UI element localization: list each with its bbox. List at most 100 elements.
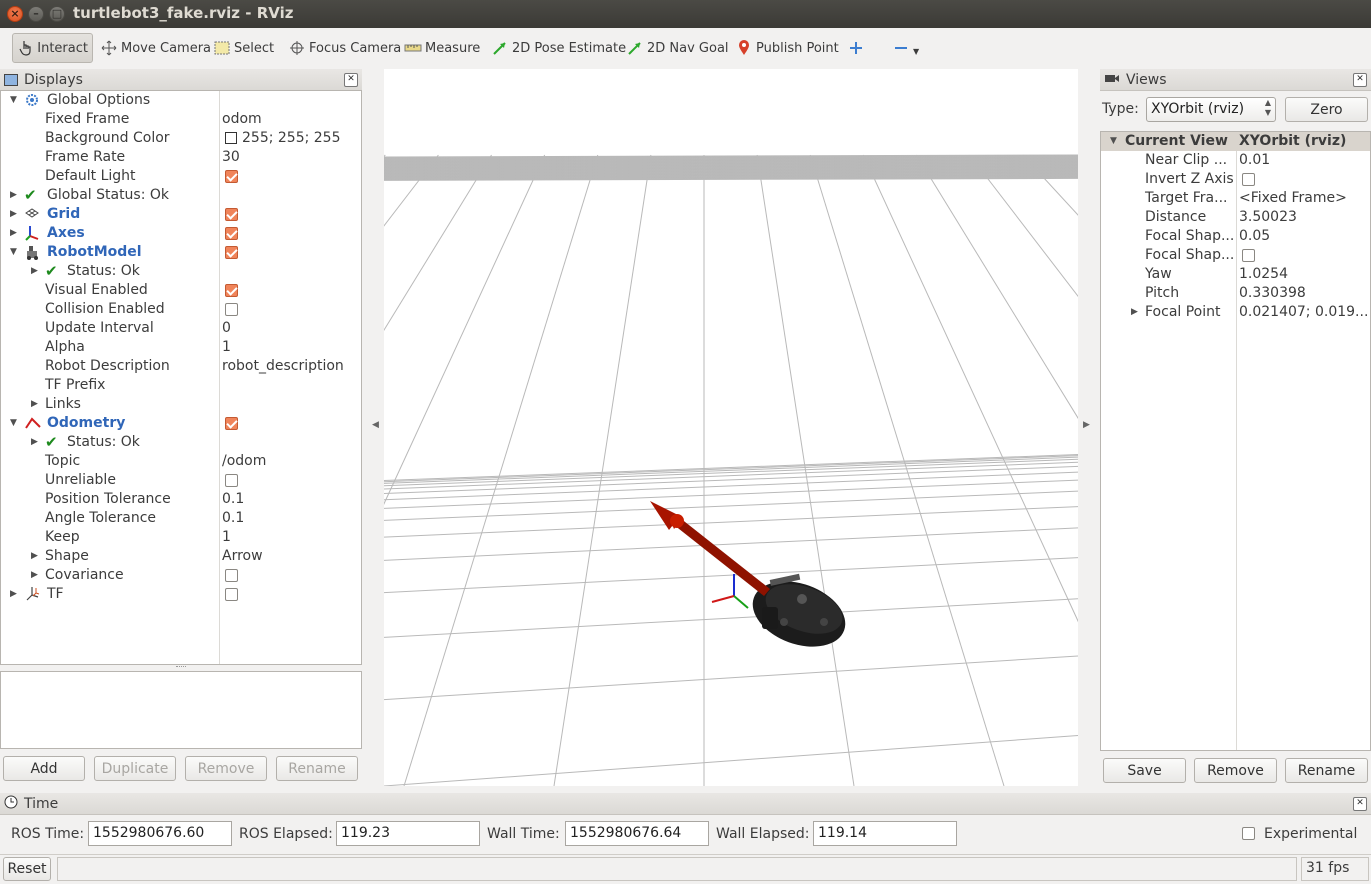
tree-row-target-frame[interactable]: Target Fra... <Fixed Frame> bbox=[1101, 189, 1370, 208]
tree-row-default-light[interactable]: Default Light bbox=[1, 167, 361, 186]
experimental-checkbox[interactable] bbox=[1242, 827, 1255, 840]
tree-row-focal-shape-fixed[interactable]: Focal Shap... bbox=[1101, 246, 1370, 265]
save-view-button[interactable]: Save bbox=[1103, 758, 1186, 783]
row-value[interactable]: 0.1 bbox=[222, 509, 244, 528]
tree-row-angle-tolerance[interactable]: Angle Tolerance 0.1 bbox=[1, 509, 361, 528]
window-close-button[interactable]: × bbox=[7, 6, 23, 22]
row-value[interactable]: 0.05 bbox=[1239, 227, 1270, 246]
odometry-checkbox[interactable] bbox=[225, 417, 238, 430]
tree-row-odometry[interactable]: ▼ Odometry bbox=[1, 414, 361, 433]
nav-goal-tool[interactable]: 2D Nav Goal bbox=[622, 33, 733, 63]
tree-row-axes[interactable]: ▶ Axes bbox=[1, 224, 361, 243]
row-value[interactable]: odom bbox=[222, 110, 262, 129]
tree-row-robot-model[interactable]: ▼ RobotModel bbox=[1, 243, 361, 262]
tree-row-topic[interactable]: Topic /odom bbox=[1, 452, 361, 471]
interact-tool[interactable]: Interact bbox=[12, 33, 93, 63]
tree-row-position-tolerance[interactable]: Position Tolerance 0.1 bbox=[1, 490, 361, 509]
wall-elapsed-field[interactable]: 119.14 bbox=[813, 821, 957, 846]
tree-row-covariance[interactable]: ▶ Covariance bbox=[1, 566, 361, 585]
row-value[interactable]: robot_description bbox=[222, 357, 344, 376]
rename-view-button[interactable]: Rename bbox=[1285, 758, 1368, 783]
tree-row-fixed-frame[interactable]: Fixed Frame odom bbox=[1, 110, 361, 129]
row-value[interactable]: 1.0254 bbox=[1239, 265, 1288, 284]
row-value[interactable]: 0 bbox=[222, 319, 231, 338]
reset-button[interactable]: Reset bbox=[3, 857, 51, 881]
views-close-icon[interactable]: ✕ bbox=[1353, 73, 1367, 87]
zero-button[interactable]: Zero bbox=[1285, 97, 1368, 122]
tree-row-frame-rate[interactable]: Frame Rate 30 bbox=[1, 148, 361, 167]
row-value[interactable]: 0.330398 bbox=[1239, 284, 1306, 303]
3d-scene[interactable] bbox=[384, 69, 1078, 786]
tree-row-unreliable[interactable]: Unreliable bbox=[1, 471, 361, 490]
tree-row-tf-prefix[interactable]: TF Prefix bbox=[1, 376, 361, 395]
window-maximize-button[interactable]: □ bbox=[49, 6, 65, 22]
remove-display-button[interactable]: Remove bbox=[185, 756, 267, 781]
tree-row-yaw[interactable]: Yaw 1.0254 bbox=[1101, 265, 1370, 284]
tree-row-focal-shape-size[interactable]: Focal Shap... 0.05 bbox=[1101, 227, 1370, 246]
displays-close-icon[interactable]: ✕ bbox=[344, 73, 358, 87]
move-camera-tool[interactable]: Move Camera bbox=[96, 33, 215, 63]
row-value[interactable]: 0.1 bbox=[222, 490, 244, 509]
row-value[interactable]: <Fixed Frame> bbox=[1239, 189, 1347, 208]
tree-row-distance[interactable]: Distance 3.50023 bbox=[1101, 208, 1370, 227]
row-value[interactable]: 0.01 bbox=[1239, 151, 1270, 170]
tree-row-invert-z[interactable]: Invert Z Axis bbox=[1101, 170, 1370, 189]
tree-row-collision-enabled[interactable]: Collision Enabled bbox=[1, 300, 361, 319]
tree-row-robot-model-status[interactable]: ▶ ✔ Status: Ok bbox=[1, 262, 361, 281]
row-value[interactable]: 1 bbox=[222, 338, 231, 357]
tree-row-pitch[interactable]: Pitch 0.330398 bbox=[1101, 284, 1370, 303]
robot-model-checkbox[interactable] bbox=[225, 246, 238, 259]
wall-time-field[interactable]: 1552980676.64 bbox=[565, 821, 709, 846]
measure-tool[interactable]: Measure bbox=[400, 33, 484, 63]
visual-enabled-checkbox[interactable] bbox=[225, 284, 238, 297]
select-tool[interactable]: Select bbox=[209, 33, 278, 63]
add-display-button[interactable]: Add bbox=[3, 756, 85, 781]
tree-row-keep[interactable]: Keep 1 bbox=[1, 528, 361, 547]
tree-row-global-options[interactable]: ▼ Global Options bbox=[1, 91, 361, 110]
pose-estimate-tool[interactable]: 2D Pose Estimate bbox=[487, 33, 630, 63]
grid-checkbox[interactable] bbox=[225, 208, 238, 221]
tree-row-visual-enabled[interactable]: Visual Enabled bbox=[1, 281, 361, 300]
invert-z-checkbox[interactable] bbox=[1242, 173, 1255, 186]
tree-row-background-color[interactable]: Background Color 255; 255; 255 bbox=[1, 129, 361, 148]
row-value[interactable]: 3.50023 bbox=[1239, 208, 1297, 227]
row-value[interactable]: 1 bbox=[222, 528, 231, 547]
tree-row-links[interactable]: ▶ Links bbox=[1, 395, 361, 414]
rename-display-button[interactable]: Rename bbox=[276, 756, 358, 781]
collapse-left-icon[interactable]: ◀ bbox=[372, 420, 379, 430]
remove-view-button[interactable]: Remove bbox=[1194, 758, 1277, 783]
unreliable-checkbox[interactable] bbox=[225, 474, 238, 487]
default-light-checkbox[interactable] bbox=[225, 170, 238, 183]
axes-checkbox[interactable] bbox=[225, 227, 238, 240]
render-viewport[interactable] bbox=[384, 69, 1078, 786]
add-tool-button[interactable] bbox=[843, 33, 872, 63]
ros-elapsed-field[interactable]: 119.23 bbox=[336, 821, 480, 846]
tree-row-shape[interactable]: ▶ Shape Arrow bbox=[1, 547, 361, 566]
tree-row-robot-description[interactable]: Robot Description robot_description bbox=[1, 357, 361, 376]
view-type-select[interactable]: XYOrbit (rviz) ▲ ▼ bbox=[1146, 97, 1276, 122]
ros-time-field[interactable]: 1552980676.60 bbox=[88, 821, 232, 846]
covariance-checkbox[interactable] bbox=[225, 569, 238, 582]
publish-point-tool[interactable]: Publish Point bbox=[731, 33, 843, 63]
tree-row-focal-point[interactable]: ▶ Focal Point 0.021407; 0.019... bbox=[1101, 303, 1370, 322]
tree-row-odometry-status[interactable]: ▶ ✔ Status: Ok bbox=[1, 433, 361, 452]
time-close-icon[interactable]: ✕ bbox=[1353, 797, 1367, 811]
remove-tool-button[interactable]: ▼ bbox=[888, 33, 923, 63]
row-value[interactable]: 30 bbox=[222, 148, 240, 167]
row-value[interactable]: /odom bbox=[222, 452, 266, 471]
focus-camera-tool[interactable]: Focus Camera bbox=[284, 33, 405, 63]
collision-enabled-checkbox[interactable] bbox=[225, 303, 238, 316]
tree-row-near-clip[interactable]: Near Clip ... 0.01 bbox=[1101, 151, 1370, 170]
collapse-right-icon[interactable]: ▶ bbox=[1083, 420, 1090, 430]
row-value[interactable]: Arrow bbox=[222, 547, 263, 566]
tree-row-alpha[interactable]: Alpha 1 bbox=[1, 338, 361, 357]
window-minimize-button[interactable]: – bbox=[28, 6, 44, 22]
row-value[interactable]: 0.021407; 0.019... bbox=[1239, 303, 1368, 322]
duplicate-display-button[interactable]: Duplicate bbox=[94, 756, 176, 781]
tree-row-current-view[interactable]: ▼ Current View XYOrbit (rviz) bbox=[1101, 132, 1370, 151]
focal-shape-checkbox[interactable] bbox=[1242, 249, 1255, 262]
color-swatch[interactable] bbox=[225, 132, 237, 144]
tree-row-update-interval[interactable]: Update Interval 0 bbox=[1, 319, 361, 338]
tree-row-tf[interactable]: ▶ TF bbox=[1, 585, 361, 604]
tree-row-grid[interactable]: ▶ Grid bbox=[1, 205, 361, 224]
